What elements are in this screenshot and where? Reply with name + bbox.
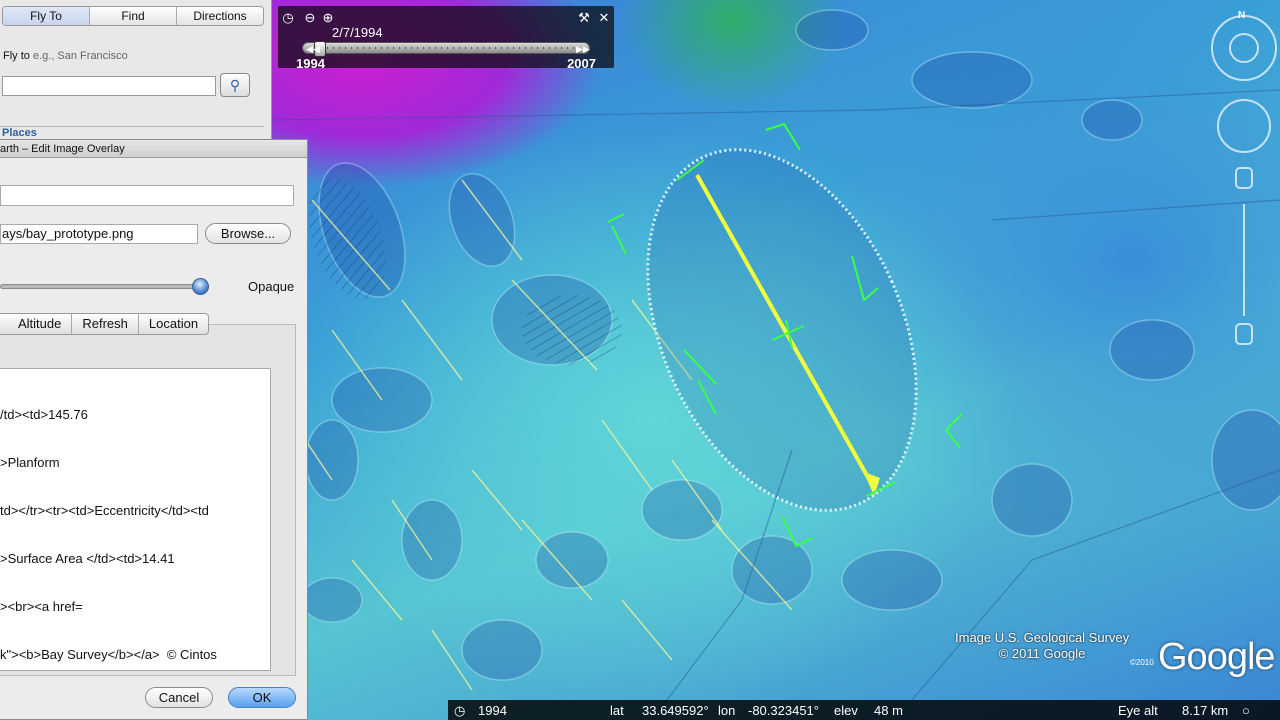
search-tabs: Fly To Find Businesses Directions xyxy=(2,6,264,26)
streaming-indicator-icon: ○ xyxy=(1242,703,1250,718)
navigation-control[interactable]: N xyxy=(1208,8,1280,348)
eye-alt-value: 8.17 km xyxy=(1182,703,1229,718)
tab-altitude[interactable]: Altitude xyxy=(0,314,73,334)
tab-location[interactable]: Location xyxy=(139,314,208,334)
search-button[interactable]: ⚲ xyxy=(220,73,250,97)
edit-image-overlay-dialog: arth – Edit Image Overlay ays/bay_protot… xyxy=(0,139,308,720)
ok-button[interactable]: OK xyxy=(228,687,296,708)
north-indicator-icon: N xyxy=(1238,10,1245,21)
dialog-title: arth – Edit Image Overlay xyxy=(0,140,307,158)
opaque-label: Opaque xyxy=(248,279,295,294)
credit-line-2: © 2011 Google xyxy=(998,646,1086,661)
description-line: ><br><a href= xyxy=(0,599,83,614)
historical-imagery-icon[interactable]: ◷ xyxy=(454,703,465,719)
description-line: /td><td>145.76 xyxy=(0,407,88,422)
name-field[interactable] xyxy=(0,185,294,206)
dialog-tabs: Altitude Refresh Location xyxy=(0,313,210,335)
description-textarea[interactable]: /td><td>145.76 >Planform td></tr><tr><td… xyxy=(0,368,271,671)
look-ring-icon xyxy=(1211,15,1277,81)
settings-wrench-icon[interactable]: ⚒ xyxy=(576,10,592,26)
lon-value: -80.323451° xyxy=(748,703,819,718)
elev-value: 48 m xyxy=(874,703,903,718)
time-slider-date: 2/7/1994 xyxy=(332,25,383,40)
fly-to-example: e.g., San Francisco xyxy=(32,50,128,62)
description-line: td></tr><tr><td>Eccentricity</td><td xyxy=(0,503,209,518)
time-slider-panel[interactable]: ◷ ⊖ ⊕ ⚒ ✕ 2/7/1994 ◀◀ ▶▶ 1994 2007 xyxy=(278,6,614,71)
description-line: >Surface Area </td><td>14.41 xyxy=(0,551,175,566)
fly-to-label-text: Fly to xyxy=(3,50,30,62)
skip-forward-icon[interactable]: ▶▶ xyxy=(576,44,590,55)
transparency-slider-thumb[interactable] xyxy=(192,278,210,295)
time-slider-track[interactable] xyxy=(302,41,590,57)
terrain-layer xyxy=(272,9,1280,720)
skip-back-icon[interactable]: ◀◀ xyxy=(306,44,320,55)
description-line: k"><b>Bay Survey</b></a> © Cintos xyxy=(0,647,217,662)
google-logo: Google xyxy=(1158,636,1276,678)
zoom-in-icon xyxy=(1235,167,1253,189)
credit-line-1: Image U.S. Geological Survey xyxy=(955,630,1130,645)
link-field[interactable]: ays/bay_prototype.png xyxy=(0,224,198,244)
tab-directions[interactable]: Directions xyxy=(177,7,263,25)
map-view[interactable]: N Image U.S. Geological Survey © 2011 Go… xyxy=(272,0,1280,720)
clock-icon[interactable]: ◷ xyxy=(280,10,296,26)
tab-find-businesses[interactable]: Find Businesses xyxy=(90,7,177,25)
tab-fly-to[interactable]: Fly To xyxy=(3,7,90,25)
eye-alt-label: Eye alt xyxy=(1118,703,1158,718)
imagery-credit: Image U.S. Geological Survey © 2011 Goog… xyxy=(955,630,1129,662)
zoom-out-icon xyxy=(1235,323,1253,345)
elev-label: elev xyxy=(834,703,858,718)
tab-refresh[interactable]: Refresh xyxy=(72,314,139,334)
lon-label: lon xyxy=(718,703,736,718)
status-bar: ◷ 1994 lat 33.649592° lon -80.323451° el… xyxy=(448,700,1280,720)
close-icon[interactable]: ✕ xyxy=(596,10,612,26)
lat-label: lat xyxy=(610,703,624,718)
description-line: >Planform xyxy=(0,455,60,470)
search-icon: ⚲ xyxy=(229,77,241,93)
fly-to-label: Fly to e.g., San Francisco xyxy=(3,50,128,62)
time-slider-start: 1994 xyxy=(296,56,325,71)
cancel-button[interactable]: Cancel xyxy=(145,687,213,708)
places-header[interactable]: Places xyxy=(0,126,264,140)
zoom-out-time-icon[interactable]: ⊖ xyxy=(302,10,318,26)
time-slider-end: 2007 xyxy=(567,56,596,71)
zoom-in-time-icon[interactable]: ⊕ xyxy=(320,10,336,26)
browse-button[interactable]: Browse... xyxy=(205,223,291,244)
move-ring-icon xyxy=(1217,99,1271,153)
logo-copyright: ©2010 xyxy=(1130,658,1154,667)
lat-value: 33.649592° xyxy=(642,703,709,718)
imagery-year: 1994 xyxy=(478,703,507,718)
transparency-slider[interactable] xyxy=(0,284,206,289)
fly-to-input[interactable] xyxy=(2,76,216,96)
